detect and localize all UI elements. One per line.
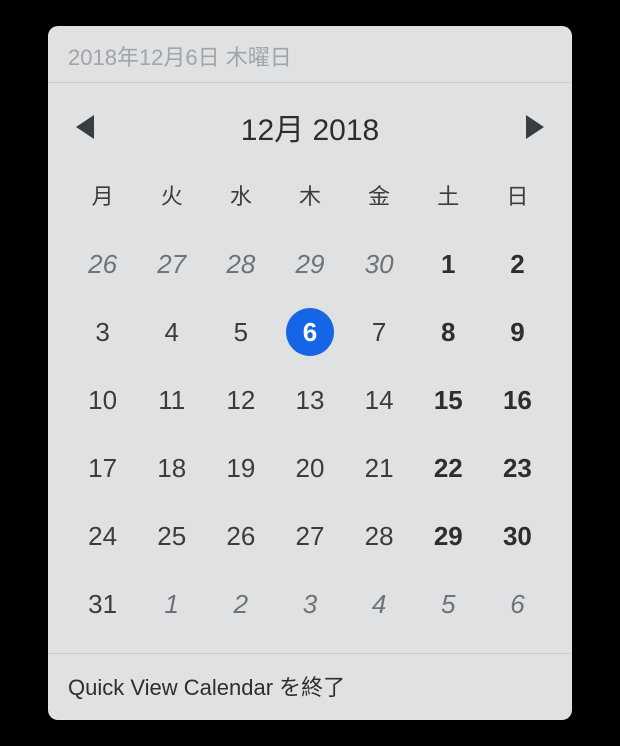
day-cell[interactable]: 1 (137, 575, 206, 633)
weekday-header: 土 (414, 169, 483, 225)
prev-month-icon[interactable] (76, 115, 94, 139)
weekday-header: 金 (345, 169, 414, 225)
day-cell[interactable]: 2 (483, 235, 552, 293)
day-cell[interactable]: 2 (206, 575, 275, 633)
day-cell[interactable]: 7 (345, 303, 414, 361)
day-cell[interactable]: 28 (345, 507, 414, 565)
day-cell[interactable]: 1 (414, 235, 483, 293)
day-cell[interactable]: 6 (275, 303, 344, 361)
day-cell[interactable]: 14 (345, 371, 414, 429)
weekday-header: 木 (275, 169, 344, 225)
day-cell[interactable]: 29 (414, 507, 483, 565)
day-cell[interactable]: 27 (275, 507, 344, 565)
day-cell[interactable]: 11 (137, 371, 206, 429)
day-cell[interactable]: 24 (68, 507, 137, 565)
day-cell[interactable]: 5 (206, 303, 275, 361)
day-cell[interactable]: 19 (206, 439, 275, 497)
day-cell[interactable]: 17 (68, 439, 137, 497)
day-cell[interactable]: 9 (483, 303, 552, 361)
day-cell[interactable]: 3 (68, 303, 137, 361)
day-cell[interactable]: 22 (414, 439, 483, 497)
day-cell[interactable]: 5 (414, 575, 483, 633)
weekday-header: 火 (137, 169, 206, 225)
day-cell[interactable]: 29 (275, 235, 344, 293)
day-cell[interactable]: 6 (483, 575, 552, 633)
day-cell[interactable]: 26 (206, 507, 275, 565)
next-month-icon[interactable] (526, 115, 544, 139)
day-cell[interactable]: 8 (414, 303, 483, 361)
day-cell[interactable]: 30 (483, 507, 552, 565)
day-cell[interactable]: 15 (414, 371, 483, 429)
month-navigation: 12月 2018 (48, 83, 572, 161)
current-date-header: 2018年12月6日 木曜日 (48, 26, 572, 82)
day-cell[interactable]: 20 (275, 439, 344, 497)
day-cell[interactable]: 16 (483, 371, 552, 429)
day-cell[interactable]: 27 (137, 235, 206, 293)
day-cell[interactable]: 3 (275, 575, 344, 633)
quit-menu-item[interactable]: Quick View Calendar を終了 (48, 654, 572, 720)
day-cell[interactable]: 4 (345, 575, 414, 633)
day-cell[interactable]: 12 (206, 371, 275, 429)
calendar-grid: 月火水木金土日262728293012345678910111213141516… (48, 161, 572, 653)
day-cell[interactable]: 26 (68, 235, 137, 293)
day-cell[interactable]: 23 (483, 439, 552, 497)
day-cell[interactable]: 31 (68, 575, 137, 633)
month-title: 12月 2018 (241, 105, 379, 149)
calendar-panel: 2018年12月6日 木曜日 12月 2018 月火水木金土日262728293… (48, 26, 572, 720)
day-cell[interactable]: 21 (345, 439, 414, 497)
day-cell[interactable]: 25 (137, 507, 206, 565)
today-indicator: 6 (286, 308, 334, 356)
day-cell[interactable]: 4 (137, 303, 206, 361)
day-cell[interactable]: 30 (345, 235, 414, 293)
day-cell[interactable]: 10 (68, 371, 137, 429)
day-cell[interactable]: 13 (275, 371, 344, 429)
weekday-header: 水 (206, 169, 275, 225)
weekday-header: 月 (68, 169, 137, 225)
day-cell[interactable]: 18 (137, 439, 206, 497)
weekday-header: 日 (483, 169, 552, 225)
day-cell[interactable]: 28 (206, 235, 275, 293)
